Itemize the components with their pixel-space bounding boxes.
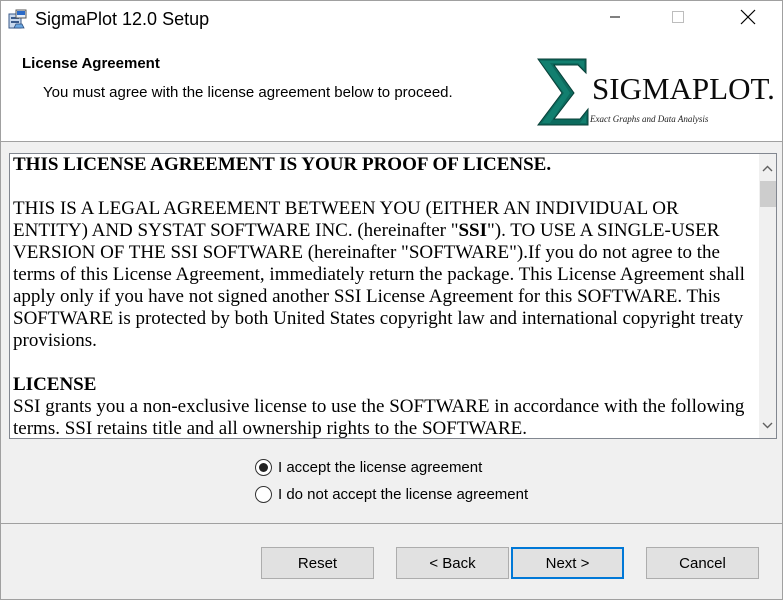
installer-icon [8, 8, 28, 30]
license-text: THIS LICENSE AGREEMENT IS YOUR PROOF OF … [13, 154, 753, 439]
reset-button[interactable]: Reset [261, 547, 374, 579]
scroll-thumb[interactable] [760, 181, 776, 207]
logo-wordmark: SIGMAPLOT. [592, 71, 775, 106]
header-banner: License Agreement You must agree with th… [1, 37, 782, 142]
chevron-down-icon [762, 416, 773, 434]
sigmaplot-logo: SIGMAPLOT. Exact Graphs and Data Analysi… [534, 49, 775, 129]
maximize-icon [671, 10, 685, 29]
scroll-down-button[interactable] [759, 416, 776, 433]
setup-window: SigmaPlot 12.0 Setup License Agreement Y… [0, 0, 783, 600]
close-icon [740, 9, 756, 30]
license-section-heading: LICENSE [13, 374, 97, 395]
scroll-up-button[interactable] [759, 159, 776, 176]
logo-tagline: Exact Graphs and Data Analysis [590, 114, 709, 124]
footer-separator [1, 523, 782, 524]
back-button[interactable]: < Back [396, 547, 509, 579]
license-text-box[interactable]: THIS LICENSE AGREEMENT IS YOUR PROOF OF … [9, 153, 777, 439]
sigma-logo-icon [537, 58, 589, 126]
title-bar[interactable]: SigmaPlot 12.0 Setup [1, 1, 782, 37]
window-title: SigmaPlot 12.0 Setup [35, 9, 210, 29]
decline-label[interactable]: I do not accept the license agreement [278, 486, 528, 503]
chevron-up-icon [762, 159, 773, 177]
accept-radio[interactable] [255, 458, 272, 476]
maximize-button[interactable] [655, 1, 701, 37]
vertical-scrollbar[interactable] [759, 154, 776, 438]
cancel-button[interactable]: Cancel [646, 547, 759, 579]
page-title: License Agreement [22, 55, 160, 72]
decline-radio[interactable] [255, 485, 272, 503]
license-paragraph-1: THIS IS A LEGAL AGREEMENT BETWEEN YOU (E… [13, 198, 745, 351]
minimize-button[interactable] [592, 1, 638, 37]
license-heading: THIS LICENSE AGREEMENT IS YOUR PROOF OF … [13, 154, 552, 175]
next-button[interactable]: Next > [511, 547, 624, 579]
decline-option[interactable]: I do not accept the license agreement [255, 484, 528, 504]
minimize-icon [609, 10, 621, 28]
page-subtitle: You must agree with the license agreemen… [43, 84, 453, 101]
close-button[interactable] [725, 1, 771, 37]
accept-option[interactable]: I accept the license agreement [255, 457, 482, 477]
radio-selected-dot [259, 462, 268, 472]
license-paragraph-2: SSI grants you a non-exclusive license t… [13, 396, 745, 439]
accept-label[interactable]: I accept the license agreement [278, 459, 482, 476]
